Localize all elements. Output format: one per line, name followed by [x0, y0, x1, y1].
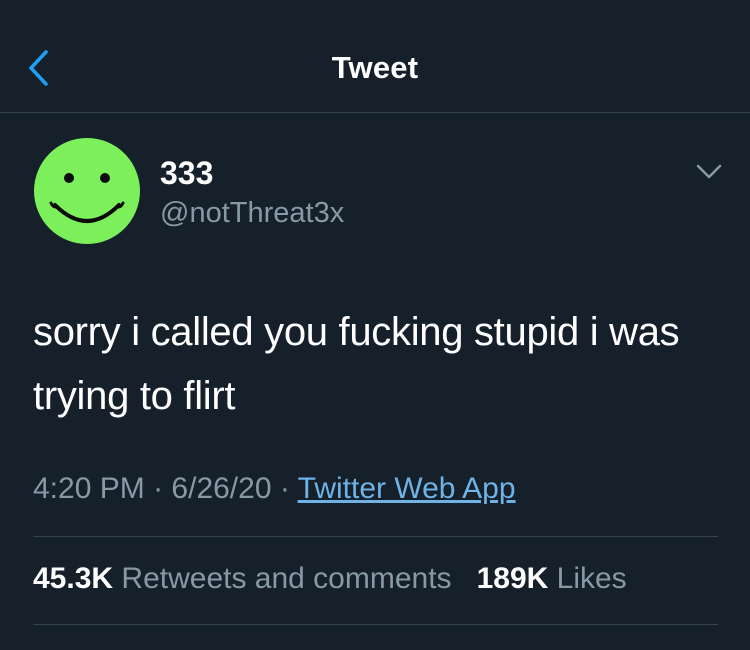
page-title: Tweet — [331, 50, 419, 85]
retweets-count: 45.3K — [33, 562, 114, 595]
likes-stat[interactable]: 189K Likes — [477, 562, 627, 595]
divider — [33, 624, 718, 625]
navigation-bar: Tweet — [0, 0, 750, 113]
more-options-button[interactable] — [694, 160, 724, 184]
tweet-time: 4:20 PM — [33, 472, 145, 505]
meta-separator: · — [279, 472, 290, 505]
retweets-stat[interactable]: 45.3K Retweets and comments — [33, 562, 460, 595]
meta-separator: · — [153, 472, 164, 505]
chevron-down-icon — [696, 164, 722, 179]
smiley-face-icon — [34, 138, 140, 244]
avatar[interactable] — [33, 137, 141, 245]
likes-label: Likes — [556, 562, 627, 595]
tweet-stats: 45.3K Retweets and comments 189K Likes — [33, 562, 627, 596]
tweet-detail-screen: Tweet 333 @notThreat3x sorry i called yo… — [0, 0, 750, 650]
tweet-text: sorry i called you fucking stupid i was … — [33, 310, 680, 418]
author-handle[interactable]: @notThreat3x — [160, 197, 344, 230]
retweets-label: Retweets and comments — [121, 562, 452, 595]
tweet-source-link[interactable]: Twitter Web App — [298, 472, 516, 505]
divider — [33, 536, 718, 537]
tweet-date: 6/26/20 — [171, 472, 272, 505]
tweet-meta: 4:20 PM · 6/26/20 · Twitter Web App — [33, 472, 516, 506]
author-display-name[interactable]: 333 — [160, 155, 213, 192]
likes-count: 189K — [476, 562, 549, 595]
